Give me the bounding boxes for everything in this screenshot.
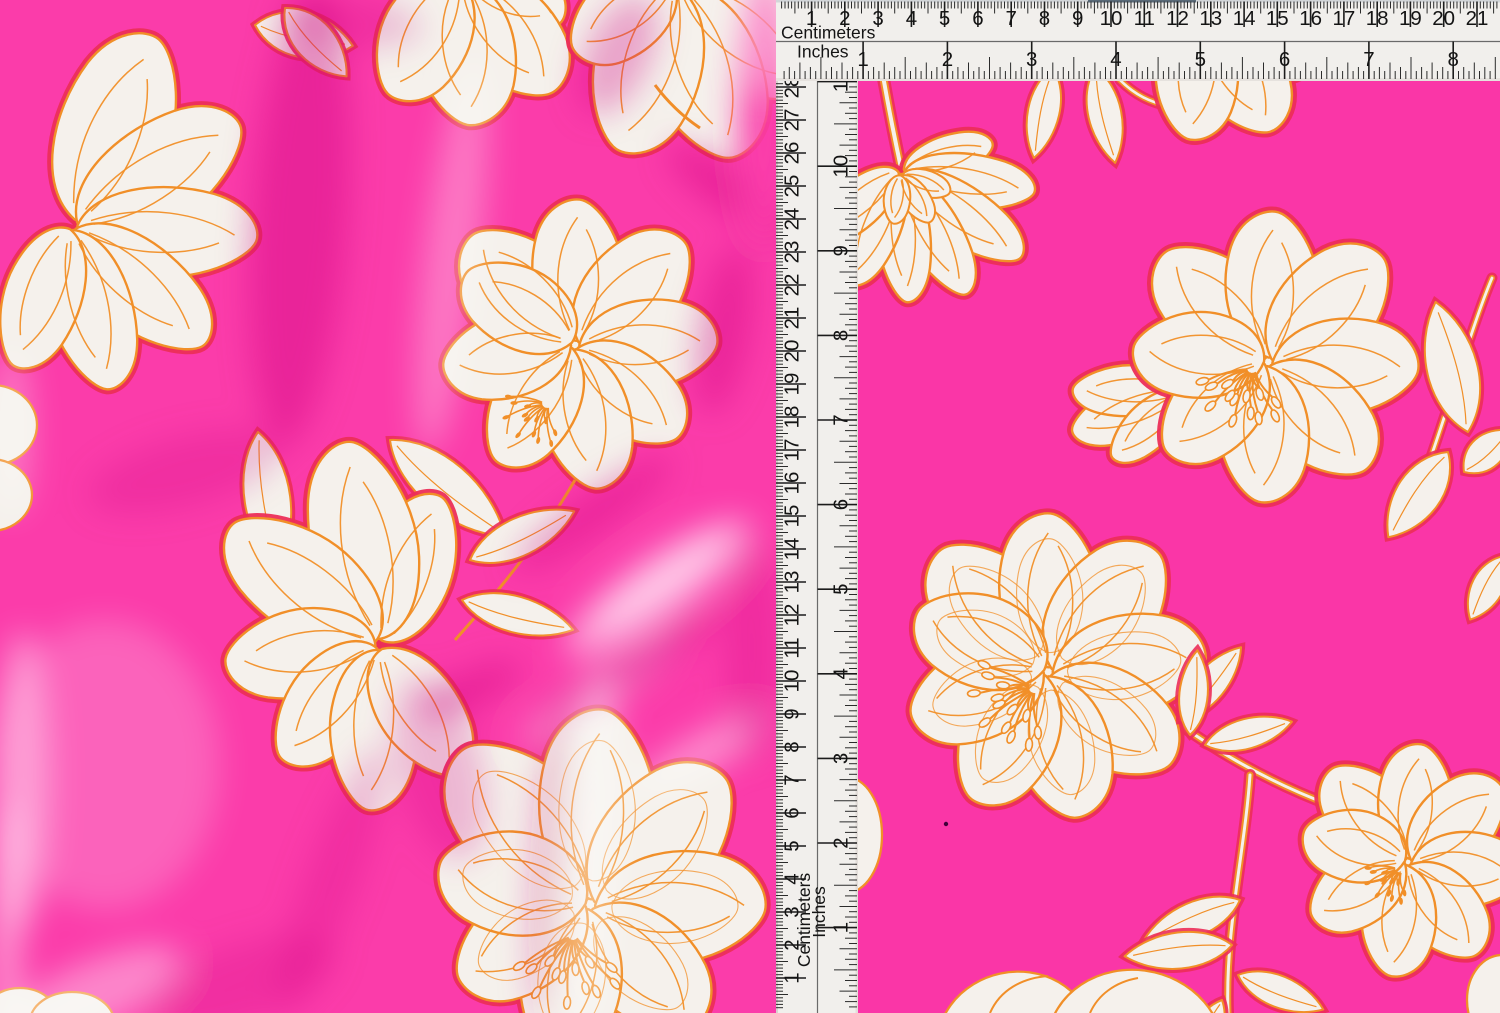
svg-text:3: 3 (1026, 48, 1037, 71)
svg-text:13: 13 (781, 571, 804, 594)
svg-text:Inches: Inches (809, 886, 829, 938)
svg-text:18: 18 (781, 406, 804, 429)
svg-text:17: 17 (1332, 7, 1355, 30)
svg-text:11: 11 (1134, 7, 1155, 30)
svg-text:9: 9 (1072, 7, 1083, 30)
svg-text:13: 13 (1199, 7, 1222, 30)
svg-text:24: 24 (781, 208, 804, 231)
svg-text:23: 23 (781, 241, 804, 264)
svg-text:10: 10 (781, 670, 804, 693)
svg-text:12: 12 (1166, 7, 1189, 30)
svg-text:7: 7 (830, 414, 853, 425)
svg-text:10: 10 (830, 155, 853, 178)
svg-text:16: 16 (781, 472, 804, 495)
svg-text:1: 1 (857, 48, 868, 71)
svg-text:5: 5 (939, 7, 950, 30)
svg-text:26: 26 (781, 142, 804, 165)
svg-text:25: 25 (781, 175, 804, 198)
svg-text:14: 14 (1233, 7, 1256, 30)
svg-text:21: 21 (781, 307, 804, 330)
svg-text:1: 1 (806, 7, 817, 30)
svg-text:4: 4 (781, 873, 804, 884)
svg-text:11: 11 (781, 637, 804, 658)
svg-text:7: 7 (1005, 7, 1016, 30)
svg-text:Centimeters: Centimeters (781, 23, 876, 43)
svg-text:3: 3 (830, 753, 853, 764)
svg-text:15: 15 (1266, 7, 1289, 30)
svg-text:2: 2 (781, 939, 804, 950)
svg-text:4: 4 (906, 7, 917, 30)
svg-text:21: 21 (1466, 7, 1489, 30)
svg-text:16: 16 (1299, 7, 1322, 30)
svg-text:8: 8 (1447, 48, 1458, 71)
svg-text:7: 7 (781, 774, 804, 785)
svg-text:6: 6 (972, 7, 983, 30)
svg-text:2: 2 (830, 837, 853, 848)
svg-text:5: 5 (830, 583, 853, 594)
svg-text:7: 7 (1363, 48, 1374, 71)
svg-text:9: 9 (781, 708, 804, 719)
svg-text:19: 19 (781, 373, 804, 396)
svg-text:3: 3 (872, 7, 883, 30)
svg-text:15: 15 (781, 505, 804, 528)
svg-text:Inches: Inches (797, 42, 849, 62)
svg-text:17: 17 (781, 439, 804, 462)
svg-text:10: 10 (1100, 7, 1123, 30)
svg-text:5: 5 (781, 840, 804, 851)
svg-text:4: 4 (1110, 48, 1121, 71)
svg-text:20: 20 (781, 340, 804, 363)
svg-text:8: 8 (830, 330, 853, 341)
svg-text:12: 12 (781, 604, 804, 627)
svg-text:22: 22 (781, 274, 804, 297)
svg-text:1: 1 (781, 972, 804, 983)
svg-text:6: 6 (830, 499, 853, 510)
svg-text:6: 6 (1279, 48, 1290, 71)
svg-text:8: 8 (781, 741, 804, 752)
svg-text:5: 5 (1195, 48, 1206, 71)
svg-text:20: 20 (1432, 7, 1455, 30)
svg-text:9: 9 (830, 245, 853, 256)
svg-text:27: 27 (781, 109, 804, 132)
svg-text:8: 8 (1039, 7, 1050, 30)
svg-text:2: 2 (942, 48, 953, 71)
svg-text:6: 6 (781, 807, 804, 818)
svg-text:19: 19 (1399, 7, 1422, 30)
svg-text:18: 18 (1366, 7, 1389, 30)
svg-text:4: 4 (830, 668, 853, 679)
svg-text:1: 1 (830, 922, 853, 933)
svg-text:14: 14 (781, 538, 804, 561)
svg-text:3: 3 (781, 906, 804, 917)
svg-text:2: 2 (839, 7, 850, 30)
